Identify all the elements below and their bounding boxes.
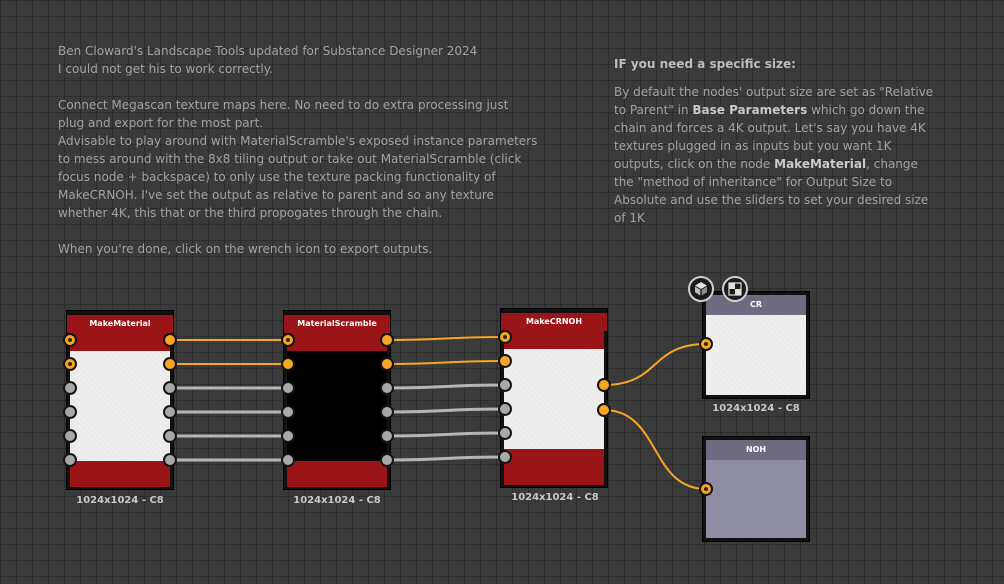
input-port[interactable] [699,482,713,496]
node-size-label: 1024x1024 - C8 [76,495,164,506]
node-size-label: 1024x1024 - C8 [511,492,599,503]
output-port[interactable] [163,333,177,347]
port-hole [704,342,708,346]
port-hole [286,338,290,342]
input-port[interactable] [281,453,295,467]
output-port[interactable] [163,453,177,467]
output-port[interactable] [380,405,394,419]
input-port[interactable] [281,357,295,371]
connection-wire[interactable] [386,360,506,365]
node-thumbnail-bottom [504,331,604,349]
node-make-material[interactable]: MakeMaterial [66,310,174,490]
node-thumbnail [287,351,387,461]
node-title: MakeMaterial [67,315,173,333]
input-port[interactable] [63,333,77,347]
input-port[interactable] [281,381,295,395]
node-material-scramble[interactable]: MaterialScramble [283,310,391,490]
input-port[interactable] [63,405,77,419]
input-port[interactable] [498,426,512,440]
connection-wire[interactable] [386,431,506,438]
3d-view-icon[interactable] [688,276,714,302]
port-hole [503,335,507,339]
output-port[interactable] [380,453,394,467]
connection-wire[interactable] [386,407,506,414]
connection-wire[interactable] [386,336,506,341]
output-port[interactable] [380,381,394,395]
input-port[interactable] [498,402,512,416]
output-port[interactable] [380,333,394,347]
node-thumbnail-bottom [70,333,170,351]
output-port[interactable] [380,357,394,371]
node-output-noh[interactable]: NOH [702,436,810,542]
input-port[interactable] [63,381,77,395]
node-thumbnail-bottom [504,449,604,485]
output-port[interactable] [163,405,177,419]
node-thumbnail-bottom [287,333,387,351]
node-title: MaterialScramble [284,315,390,333]
connection-wire[interactable] [386,455,506,462]
node-title: NOH [706,440,806,460]
node-thumbnail [706,315,806,395]
node-thumbnail [504,349,604,449]
port-hole [68,362,72,366]
connection-wire[interactable] [386,383,506,390]
input-port[interactable] [498,450,512,464]
node-size-label: 1024x1024 - C8 [712,403,800,414]
2d-view-icon[interactable] [722,276,748,302]
node-title: MakeCRNOH [501,313,607,331]
output-port[interactable] [163,357,177,371]
output-port[interactable] [380,429,394,443]
input-port[interactable] [498,378,512,392]
node-size-label: 1024x1024 - C8 [293,495,381,506]
connection-wire[interactable] [603,343,707,386]
node-output-cr[interactable]: CR [702,291,810,399]
node-thumbnail [70,351,170,461]
input-port[interactable] [498,354,512,368]
input-port[interactable] [281,405,295,419]
input-port[interactable] [63,429,77,443]
output-port[interactable] [163,429,177,443]
input-port[interactable] [281,429,295,443]
output-port[interactable] [597,403,611,417]
input-port[interactable] [498,330,512,344]
port-hole [68,338,72,342]
node-make-crnoh[interactable]: MakeCRNOH [500,308,608,488]
node-thumbnail-bottom [70,461,170,487]
node-title: CR [706,295,806,315]
input-port[interactable] [63,453,77,467]
node-thumbnail [706,460,806,538]
port-hole [704,487,708,491]
output-port[interactable] [597,378,611,392]
output-port[interactable] [163,381,177,395]
node-thumbnail-bottom [287,461,387,487]
connection-wire[interactable] [603,409,707,490]
input-port[interactable] [281,333,295,347]
input-port[interactable] [699,337,713,351]
input-port[interactable] [63,357,77,371]
